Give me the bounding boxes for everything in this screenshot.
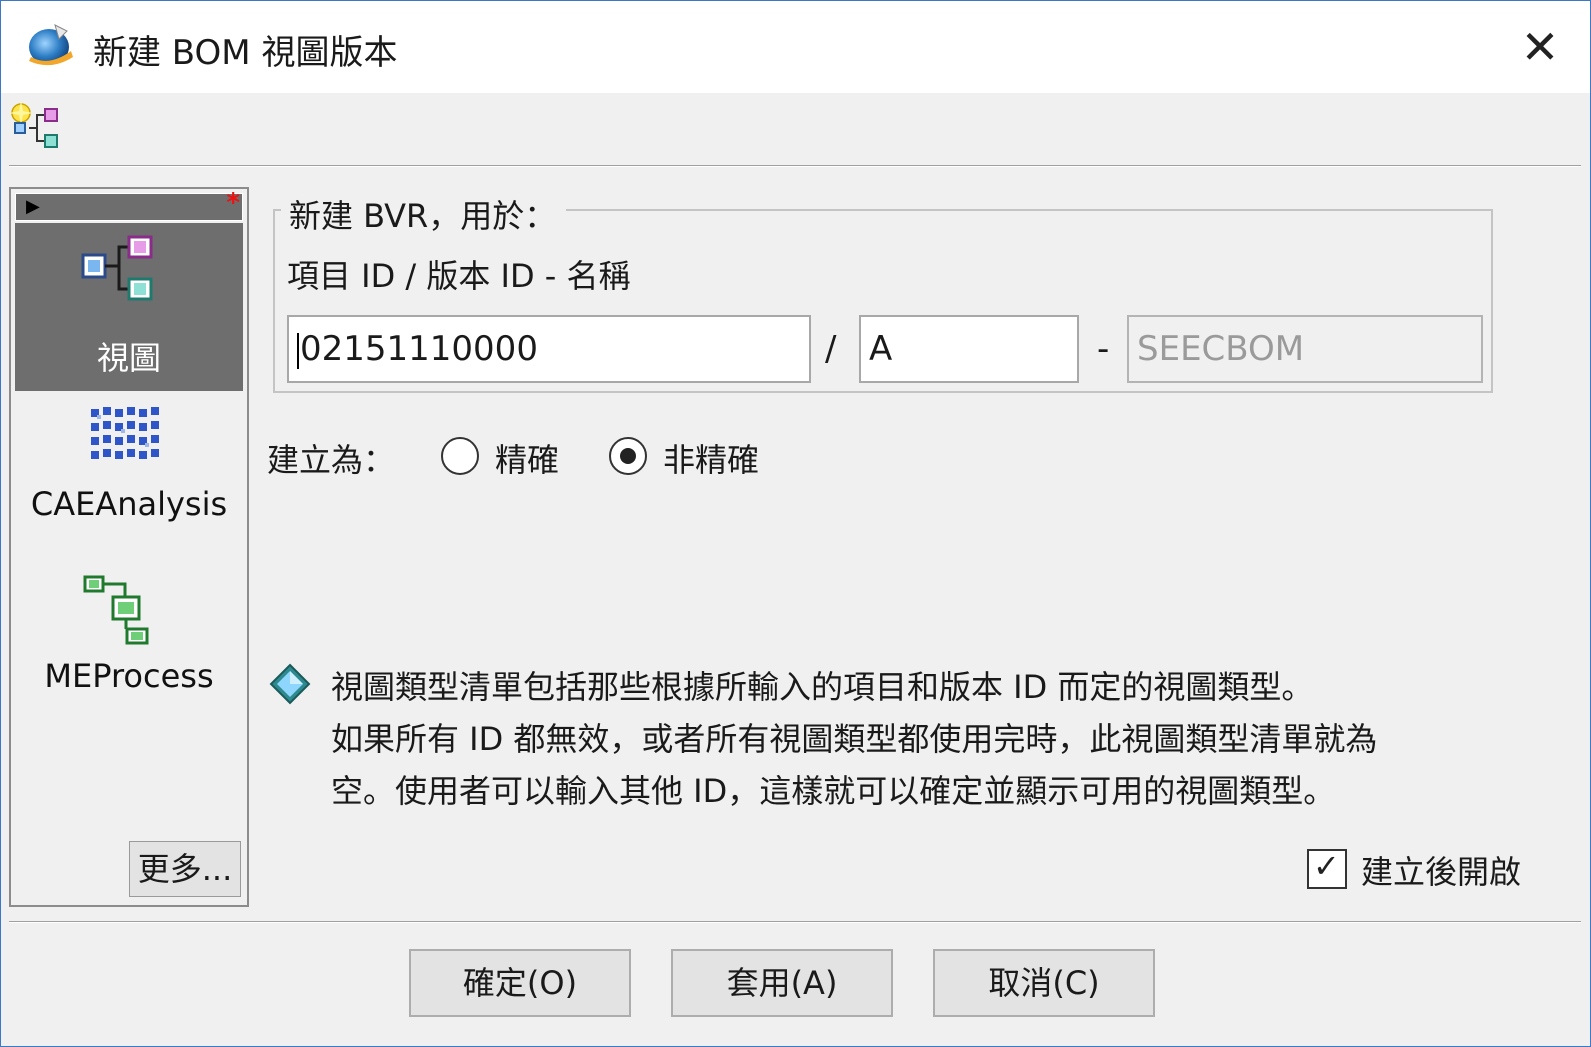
expand-arrow-icon[interactable]: ▶ [26, 196, 40, 217]
button-separator [9, 921, 1581, 923]
name-field: SEECBOM [1127, 315, 1483, 383]
teamcenter-app-icon [29, 24, 73, 66]
sidebar-item-caeanalysis[interactable]: CAEAnalysis [15, 393, 243, 561]
sidebar-item-meprocess[interactable]: MEProcess [15, 565, 243, 733]
type-sidebar: ▶ * 視圖 CAEAnalysis MEProcess 更多... [9, 187, 249, 907]
info-line-3: 空。使用者可以輸入其他 ID，這樣就可以確定並顯示可用的視圖類型。 [331, 772, 1336, 810]
cancel-button[interactable]: 取消(C) [933, 949, 1155, 1017]
imprecise-radio-label[interactable]: 非精確 [663, 435, 759, 481]
text-caret [297, 332, 299, 369]
info-message: 視圖類型清單包括那些根據所輸入的項目和版本 ID 而定的視圖類型。 如果所有 I… [331, 661, 1551, 817]
revision-id-field[interactable]: A [859, 315, 1079, 383]
more-button[interactable]: 更多... [129, 841, 241, 897]
title-bar: 新建 BOM 視圖版本 ✕ [1, 1, 1590, 93]
me-process-icon [83, 575, 149, 645]
dialog-window: 新建 BOM 視圖版本 ✕ ▶ * 視圖 CAEAnalysis MEProce… [0, 0, 1591, 1047]
groupbox-title: 新建 BVR，用於： [281, 191, 567, 237]
item-id-field[interactable]: 02151110000 [287, 315, 811, 383]
precise-radio[interactable] [441, 437, 479, 475]
sidebar-item-label: 視圖 [96, 339, 161, 377]
toolbar [1, 95, 1590, 165]
open-after-create-label[interactable]: 建立後開啟 [1361, 847, 1521, 893]
precise-radio-label[interactable]: 精確 [495, 435, 559, 481]
dash-separator: - [1097, 329, 1110, 369]
info-line-1: 視圖類型清單包括那些根據所輸入的項目和版本 ID 而定的視圖類型。 [331, 668, 1314, 706]
item-id-value: 02151110000 [300, 329, 538, 369]
cae-analysis-icon [91, 407, 159, 459]
toolbar-separator [9, 165, 1581, 167]
window-title: 新建 BOM 視圖版本 [93, 33, 398, 73]
sidebar-header[interactable]: ▶ * [15, 188, 243, 221]
view-structure-icon [81, 235, 153, 301]
open-after-create-checkbox[interactable]: ✓ [1307, 847, 1347, 889]
info-line-2: 如果所有 ID 都無效，或者所有視圖類型都使用完時，此視圖類型清單就為 [331, 720, 1378, 758]
sidebar-item-view[interactable]: 視圖 [15, 223, 243, 391]
imprecise-radio[interactable] [609, 437, 647, 475]
new-structure-icon[interactable] [9, 101, 61, 153]
info-diamond-icon [269, 663, 311, 705]
close-button[interactable]: ✕ [1490, 1, 1590, 93]
checkmark-icon: ✓ [1313, 847, 1340, 885]
id-revision-name-label: 項目 ID / 版本 ID - 名稱 [287, 257, 631, 295]
sidebar-item-label: CAEAnalysis [30, 485, 228, 523]
apply-button[interactable]: 套用(A) [671, 949, 893, 1017]
ok-button[interactable]: 確定(O) [409, 949, 631, 1017]
slash-separator: / [825, 329, 837, 369]
create-as-label: 建立為： [267, 441, 396, 479]
required-marker-icon: * [226, 188, 240, 218]
sidebar-item-label: MEProcess [44, 657, 214, 695]
